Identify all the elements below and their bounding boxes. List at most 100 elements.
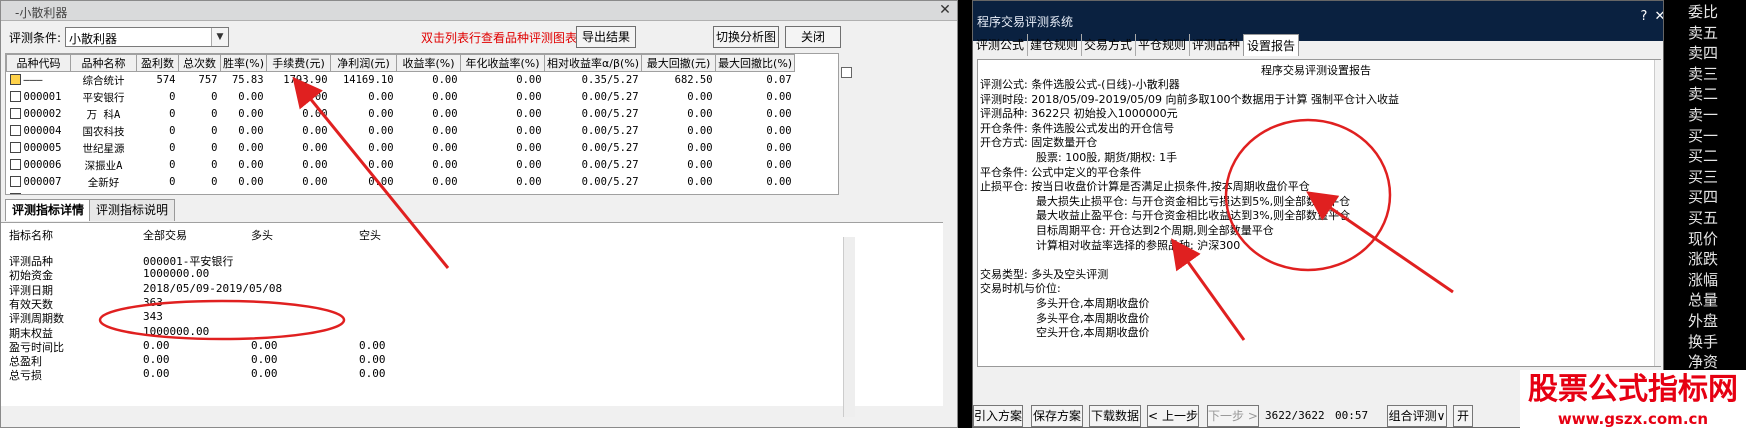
- watermark: 股票公式指标网 www.gszx.com.cn: [1520, 370, 1746, 428]
- table-cell: 0: [211, 176, 218, 188]
- right-tab[interactable]: 建仓规则: [1027, 34, 1083, 56]
- right-tab[interactable]: 设置报告: [1243, 34, 1300, 56]
- column-header[interactable]: 年化收益率(%): [460, 54, 546, 72]
- column-header[interactable]: 最大回撤比(%): [715, 54, 796, 72]
- detail-header-all: 全部交易: [143, 229, 187, 242]
- table-row[interactable]: 000006 深振业A 0 0 0.00 0.00 0.00 0.00 0.00 0.00/5.2…: [7, 157, 795, 174]
- detail-header-name: 指标名称: [9, 229, 53, 242]
- table-cell: 0: [169, 91, 176, 103]
- table-cell: 000007: [7, 174, 71, 191]
- file-icon: [9, 159, 21, 170]
- detail-header-short: 空头: [359, 229, 381, 242]
- close-button[interactable]: 关闭: [785, 26, 841, 48]
- table-row[interactable]: 000001 平安银行 0 0 0.00 0.00 0.00 0.00 0.00 0.00/5.2…: [7, 89, 795, 106]
- condition-value: 小散利器: [69, 32, 118, 46]
- table-cell: 0.00: [516, 74, 542, 87]
- table-row[interactable]: 000008神州高铁010.000.80-22.80-0.00-0.00-5.5…: [7, 191, 795, 195]
- next-step-button[interactable]: 下一步 >: [1207, 405, 1259, 427]
- switch-chart-button[interactable]: 切换分析图: [713, 26, 779, 48]
- report-title: 程序交易评测设置报告: [1261, 64, 1371, 77]
- column-header[interactable]: 总次数: [178, 54, 221, 72]
- save-scheme-button[interactable]: 保存方案: [1031, 405, 1083, 427]
- table-cell: 0.00: [238, 159, 264, 171]
- report-line: 止损平仓: 按当日收盘价计算是否满足止损条件,按本周期收盘价平仓: [980, 180, 1310, 194]
- table-header-row: 品种代码 品种名称 盈利数 总次数 胜率(%) 手续费(元) 净利润(元) 收益率(%) 年化收…: [6, 54, 796, 72]
- close-icon[interactable]: ✕: [1653, 9, 1663, 25]
- table-cell: 0.07: [766, 74, 792, 87]
- quote-item: 买一: [1688, 126, 1719, 145]
- column-header[interactable]: 相对收益率α/β(%): [544, 54, 643, 72]
- table-cell: 0.00: [368, 142, 394, 154]
- report-line: 目标周期平仓: 开仓达到2个周期,则全部数量平仓: [1036, 224, 1274, 237]
- export-button[interactable]: 导出结果: [576, 26, 636, 48]
- quote-item: 买三: [1688, 167, 1719, 186]
- table-cell: 0.00: [687, 125, 713, 137]
- import-scheme-button[interactable]: 引入方案: [973, 405, 1023, 427]
- tab-detail[interactable]: 评测指标详情: [5, 199, 92, 221]
- right-tab[interactable]: 评测公式: [973, 34, 1029, 56]
- combo-eval-button[interactable]: 组合评测∨: [1387, 405, 1447, 427]
- column-header[interactable]: 最大回撤(元): [641, 54, 717, 72]
- table-cell: 0.00: [368, 176, 394, 188]
- detail-cell: 1000000.00: [143, 324, 210, 338]
- detail-cell: 0.00: [359, 338, 386, 352]
- table-cell: 世纪星源: [82, 142, 125, 155]
- table-cell: 0.00: [238, 176, 264, 188]
- table-row[interactable]: 000002 万 科A 0 0 0.00 0.00 0.00 0.00 0.00 0.00/5.2…: [7, 106, 795, 123]
- right-tab[interactable]: 评测品种: [1189, 34, 1245, 56]
- partial-button[interactable]: 开: [1453, 405, 1473, 427]
- quote-item: 换手: [1688, 332, 1719, 351]
- table-cell: 000005: [7, 140, 71, 157]
- report-line: 多头开仓,本周期收盘价: [1036, 297, 1150, 310]
- cell-text: 000004: [23, 125, 62, 137]
- report-line: 交易类型: 多头及空头评测: [980, 267, 1109, 281]
- quote-item: 买二: [1688, 147, 1719, 166]
- table-cell: 神州高铁: [71, 191, 137, 195]
- table-cell: 0.00: [687, 142, 713, 154]
- scroll-box[interactable]: [841, 67, 852, 78]
- table-row[interactable]: ——— 综合统计 574 757 75.83 1793.90 14169.10 0.00 0.0…: [7, 72, 795, 89]
- tab-explanation[interactable]: 评测指标说明: [89, 199, 176, 221]
- table-row[interactable]: 000005 世纪星源 0 0 0.00 0.00 0.00 0.00 0.00 0.00/5.2…: [7, 140, 795, 157]
- results-table-container: 品种代码 品种名称 盈利数 总次数 胜率(%) 手续费(元) 净利润(元) 收益率(%) 年化收…: [5, 53, 839, 195]
- table-cell: 0: [211, 159, 218, 171]
- column-header[interactable]: 胜率(%): [219, 54, 268, 72]
- table-cell: 0.00: [432, 176, 458, 188]
- table-cell: 0.00: [687, 108, 713, 120]
- table-row[interactable]: 000007 全新好 0 0 0.00 0.00 0.00 0.00 0.00 0.00/5.27…: [7, 174, 795, 191]
- table-cell: 0.00: [238, 108, 264, 120]
- column-header[interactable]: 收益率(%): [396, 54, 462, 72]
- table-cell: 0.00: [687, 159, 713, 171]
- table-cell: 0: [169, 159, 176, 171]
- report-line: 开仓条件: 条件选股公式发出的开仓信号: [980, 121, 1175, 135]
- detail-scrollbar[interactable]: [843, 237, 855, 417]
- table-cell: 0.00: [221, 191, 267, 194]
- right-window: 程序交易评测系统 ? ✕ 评测公式建仓规则交易方式平仓规则评测品种设置报告 程序…: [972, 0, 1664, 428]
- column-header[interactable]: 品种代码: [6, 54, 71, 72]
- download-data-button[interactable]: 下载数据: [1089, 405, 1141, 427]
- left-window-title: -小散利器: [15, 6, 68, 20]
- prev-step-button[interactable]: < 上一步: [1147, 405, 1199, 427]
- condition-select[interactable]: 小散利器 ▼: [65, 27, 229, 47]
- table-cell: 0.00: [516, 91, 542, 103]
- right-tab[interactable]: 平仓规则: [1135, 34, 1191, 56]
- right-tab[interactable]: 交易方式: [1081, 34, 1137, 56]
- table-row[interactable]: 000004 国农科技 0 0 0.00 0.00 0.00 0.00 0.00 0.00/5.2…: [7, 123, 795, 140]
- table-cell: 0.00: [432, 108, 458, 120]
- elapsed-time: 00:57: [1335, 409, 1369, 422]
- column-header[interactable]: 盈利数: [136, 54, 179, 72]
- help-icon[interactable]: ?: [1637, 9, 1651, 25]
- column-header[interactable]: 手续费(元): [266, 54, 332, 72]
- table-cell: 0.00: [687, 176, 713, 188]
- column-header[interactable]: 品种名称: [70, 54, 137, 72]
- report-scrollbar[interactable]: [1654, 60, 1662, 366]
- table-cell: 平安银行: [82, 91, 125, 104]
- table-cell: 1793.90: [283, 74, 328, 87]
- table-cell: 0.00: [516, 159, 542, 171]
- close-icon[interactable]: ✕: [935, 2, 955, 20]
- table-cell: 0.00: [302, 108, 328, 120]
- table-cell: 1: [179, 191, 221, 194]
- file-icon: [9, 193, 21, 194]
- column-header[interactable]: 净利润(元): [330, 54, 398, 72]
- table-cell: 000008: [7, 191, 71, 194]
